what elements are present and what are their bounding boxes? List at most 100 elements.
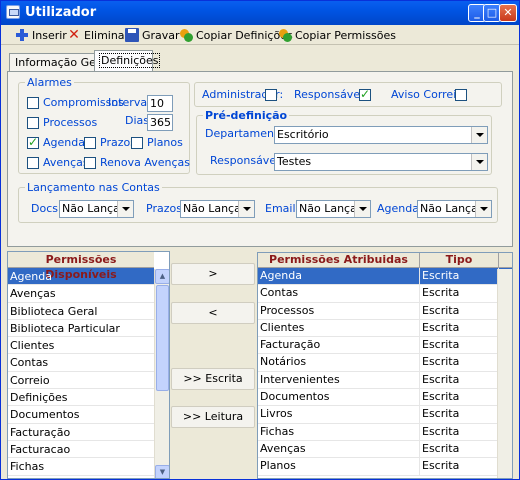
renova-avencas-label: Renova Avenças bbox=[100, 156, 191, 169]
chevron-down-icon[interactable] bbox=[471, 127, 487, 143]
permission-cell: Intervenientes bbox=[258, 371, 420, 389]
assigned-permissions-table[interactable]: Permissões Atribuidas Tipo Agenda Escrita… bbox=[257, 252, 513, 479]
dias-input[interactable]: 365 bbox=[147, 114, 173, 131]
avencas-checkbox[interactable] bbox=[27, 157, 39, 169]
responsavel-checkbox[interactable] bbox=[359, 87, 371, 101]
remove-permission-button[interactable]: < bbox=[171, 302, 255, 324]
launch-accounts-group: Lançamento nas Contas Docs: Não Lança Pr… bbox=[18, 181, 498, 223]
table-row[interactable]: Fichas Escrita bbox=[258, 423, 512, 441]
assigned-perm-header[interactable]: Permissões Atribuidas bbox=[258, 253, 420, 267]
table-row[interactable]: Avenças Escrita bbox=[258, 440, 512, 459]
scroll-up-icon[interactable]: ▲ bbox=[155, 269, 169, 284]
tab-definitions-label: Definições bbox=[98, 53, 161, 68]
renova-avencas-checkbox[interactable] bbox=[84, 157, 96, 169]
type-cell: Escrita bbox=[420, 423, 499, 440]
chevron-down-icon[interactable] bbox=[475, 201, 491, 217]
delete-button[interactable]: ✕ Eliminar bbox=[67, 27, 129, 43]
type-cell: Escrita bbox=[420, 371, 499, 389]
type-cell: Escrita bbox=[420, 389, 499, 406]
table-row[interactable]: Livros Escrita bbox=[258, 406, 512, 424]
responsavel-select[interactable]: Testes bbox=[274, 153, 488, 171]
table-row[interactable]: Contas Escrita bbox=[258, 285, 512, 303]
list-item[interactable]: Facturação bbox=[8, 424, 154, 441]
toolbar: Inserir ✕ Eliminar Gravar Copiar Definiçõ… bbox=[1, 25, 519, 45]
docs-select[interactable]: Não Lança bbox=[59, 200, 134, 218]
add-permission-button[interactable]: > bbox=[171, 263, 255, 285]
permission-cell: Planos bbox=[258, 458, 420, 475]
table-row[interactable]: Agenda Escrita bbox=[258, 268, 512, 286]
list-item[interactable]: Fichas bbox=[8, 458, 154, 476]
available-permissions-list[interactable]: Permissões Disponíveis Agenda Avenças Bibl… bbox=[7, 251, 170, 479]
assigned-scrollbar[interactable] bbox=[497, 269, 512, 478]
type-cell: Escrita bbox=[420, 440, 499, 458]
delete-icon: ✕ bbox=[68, 27, 80, 43]
list-item[interactable]: Contas bbox=[8, 354, 154, 372]
copy-permissions-button[interactable]: Copiar Permissões bbox=[278, 27, 396, 43]
table-row[interactable]: Facturação Escrita bbox=[258, 337, 512, 355]
copy-definitions-button[interactable]: Copiar Definições bbox=[179, 27, 293, 43]
available-rows: Agenda Avenças Biblioteca Geral Biblioteca … bbox=[8, 268, 154, 476]
table-row[interactable]: Processos Escrita bbox=[258, 302, 512, 320]
processos-checkbox[interactable] bbox=[27, 117, 39, 129]
processos-label: Processos bbox=[43, 116, 98, 129]
permission-cell: Notários bbox=[258, 354, 420, 371]
insert-button[interactable]: Inserir bbox=[15, 27, 67, 43]
type-cell: Escrita bbox=[420, 302, 499, 319]
scroll-down-icon[interactable]: ▼ bbox=[155, 465, 169, 478]
save-button[interactable]: Gravar bbox=[125, 27, 180, 43]
launch-accounts-legend: Lançamento nas Contas bbox=[25, 181, 162, 194]
assigned-header: Permissões Atribuidas Tipo bbox=[258, 253, 512, 268]
list-item[interactable]: Avenças bbox=[8, 285, 154, 303]
responsavel-flag-label: Responsável: bbox=[294, 88, 367, 101]
table-row[interactable]: Planos Escrita bbox=[258, 458, 512, 476]
type-cell: Escrita bbox=[420, 337, 499, 354]
assigned-type-header[interactable]: Tipo bbox=[420, 253, 499, 267]
launch-agenda-select[interactable]: Não Lança bbox=[417, 200, 492, 218]
alarms-group: Alarmes Compromissos Intervalo: 10 Proce… bbox=[18, 76, 191, 174]
table-row[interactable]: Documentos Escrita bbox=[258, 389, 512, 407]
type-cell: Escrita bbox=[420, 354, 499, 371]
tab-general-info[interactable]: Informação Geral bbox=[9, 53, 110, 72]
scroll-thumb[interactable] bbox=[156, 285, 169, 391]
aviso-correio-checkbox[interactable] bbox=[455, 89, 467, 101]
permission-cell: Documentos bbox=[258, 389, 420, 406]
chevron-down-icon[interactable] bbox=[117, 201, 133, 217]
emails-select[interactable]: Não Lança bbox=[296, 200, 371, 218]
intervalo-input[interactable]: 10 bbox=[147, 95, 173, 112]
copy-permissions-icon bbox=[278, 28, 292, 42]
table-row[interactable]: Clientes Escrita bbox=[258, 319, 512, 338]
prazos-checkbox[interactable] bbox=[84, 137, 96, 149]
chevron-down-icon[interactable] bbox=[471, 154, 487, 170]
planos-checkbox[interactable] bbox=[131, 137, 143, 149]
compromissos-checkbox[interactable] bbox=[27, 97, 39, 109]
copy-definitions-icon bbox=[179, 28, 193, 42]
available-permissions-header: Permissões Disponíveis bbox=[8, 252, 154, 281]
departamento-select[interactable]: Escritório bbox=[274, 126, 488, 144]
list-item[interactable]: Clientes bbox=[8, 337, 154, 355]
type-cell: Escrita bbox=[420, 458, 499, 475]
title-bar[interactable]: Utilizador _ □ ✕ bbox=[1, 1, 519, 25]
chevron-down-icon[interactable] bbox=[238, 201, 254, 217]
add-read-button[interactable]: >> Leitura bbox=[171, 406, 255, 428]
add-write-button[interactable]: >> Escrita bbox=[171, 368, 255, 390]
docs-value: Não Lança bbox=[62, 202, 120, 215]
list-item[interactable]: Biblioteca Particular bbox=[8, 320, 154, 338]
list-item[interactable]: Correio bbox=[8, 372, 154, 390]
chevron-down-icon[interactable] bbox=[354, 201, 370, 217]
list-item[interactable]: Documentos bbox=[8, 406, 154, 424]
permission-cell: Processos bbox=[258, 302, 420, 319]
permission-cell: Livros bbox=[258, 406, 420, 423]
maximize-icon: □ bbox=[486, 6, 498, 19]
agenda-checkbox[interactable] bbox=[27, 135, 39, 149]
close-button[interactable]: ✕ bbox=[499, 4, 517, 22]
tab-definitions[interactable]: Definições bbox=[94, 50, 161, 72]
launch-prazos-select[interactable]: Não Lança bbox=[180, 200, 255, 218]
list-item[interactable]: Biblioteca Geral bbox=[8, 303, 154, 320]
available-scrollbar[interactable]: ▲ ▼ bbox=[154, 269, 169, 478]
administrador-checkbox[interactable] bbox=[265, 89, 277, 101]
list-item[interactable]: Definições bbox=[8, 389, 154, 407]
emails-value: Não Lança bbox=[299, 202, 357, 215]
table-row[interactable]: Intervenientes Escrita bbox=[258, 371, 512, 390]
list-item[interactable]: Facturacao bbox=[8, 441, 154, 459]
table-row[interactable]: Notários Escrita bbox=[258, 354, 512, 372]
